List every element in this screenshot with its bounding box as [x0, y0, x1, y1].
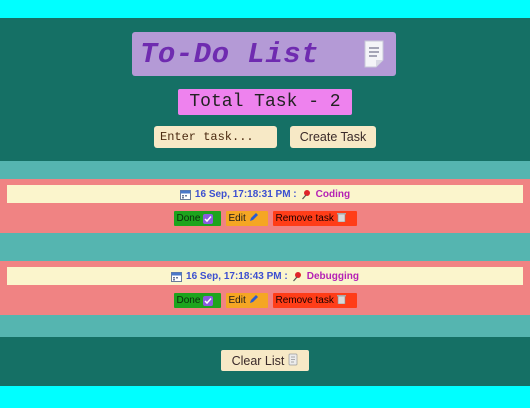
- check-icon: [203, 213, 214, 224]
- done-label: Done: [176, 213, 201, 224]
- task-timestamp: 16 Sep, 17:18:31 PM :: [194, 188, 297, 200]
- done-label: Done: [176, 295, 201, 306]
- task-list: 16 Sep, 17:18:31 PM : Coding Done Edit R…: [0, 161, 530, 337]
- task-info: 16 Sep, 17:18:43 PM : Debugging: [7, 267, 523, 285]
- remove-label: Remove task: [275, 295, 334, 306]
- edit-label: Edit: [228, 213, 246, 224]
- pencil-icon: [249, 212, 259, 225]
- calendar-icon: [171, 271, 183, 282]
- task-name: Coding: [315, 188, 351, 200]
- pencil-icon: [249, 294, 259, 307]
- task-info: 16 Sep, 17:18:31 PM : Coding: [7, 185, 523, 203]
- task-item: 16 Sep, 17:18:31 PM : Coding Done Edit R…: [0, 179, 530, 233]
- task-actions: Done Edit Remove task: [0, 211, 530, 226]
- task-counter: Total Task - 2: [178, 89, 352, 115]
- task-actions: Done Edit Remove task: [0, 293, 530, 308]
- clear-list-button[interactable]: Clear List: [221, 350, 309, 371]
- trash-icon: [336, 294, 346, 307]
- done-button[interactable]: Done: [173, 211, 221, 226]
- pushpin-icon: [301, 189, 312, 200]
- edit-label: Edit: [228, 295, 246, 306]
- calendar-icon: [179, 189, 191, 200]
- header: To-Do List: [132, 32, 396, 76]
- task-timestamp: 16 Sep, 17:18:43 PM :: [186, 270, 288, 282]
- remove-task-button[interactable]: Remove task: [272, 211, 357, 226]
- app-title: To-Do List: [140, 37, 320, 71]
- edit-button[interactable]: Edit: [225, 211, 268, 226]
- check-icon: [203, 295, 214, 306]
- task-name: Debugging: [306, 270, 359, 282]
- edit-button[interactable]: Edit: [225, 293, 268, 308]
- note-icon: [362, 39, 386, 69]
- todo-app: To-Do List Total Task - 2 Create Task 16…: [0, 18, 530, 386]
- task-input[interactable]: [154, 126, 277, 148]
- scroll-icon: [288, 353, 298, 369]
- pushpin-icon: [292, 271, 303, 282]
- trash-icon: [336, 212, 346, 225]
- done-button[interactable]: Done: [173, 293, 221, 308]
- clear-label: Clear List: [231, 353, 285, 368]
- remove-label: Remove task: [275, 213, 334, 224]
- task-item: 16 Sep, 17:18:43 PM : Debugging Done Edi…: [0, 261, 530, 315]
- remove-task-button[interactable]: Remove task: [272, 293, 357, 308]
- create-task-button[interactable]: Create Task: [290, 126, 376, 148]
